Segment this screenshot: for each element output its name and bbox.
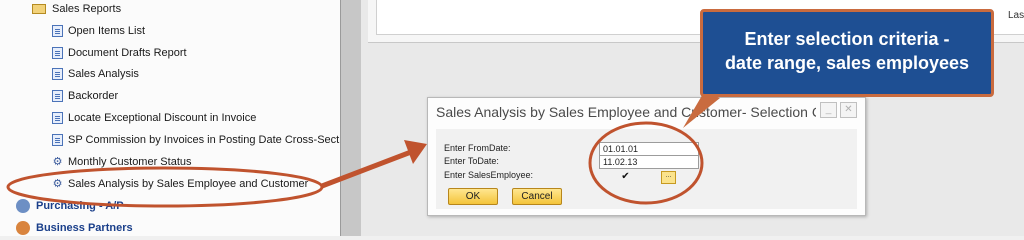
callout-pointer [683, 92, 720, 128]
callout-line-2: date range, sales employees [724, 53, 970, 73]
annotation-arrow-line [321, 149, 412, 189]
callout-line-1: Enter selection criteria - [744, 29, 950, 49]
highlight-ellipse-menu-item [6, 166, 324, 208]
highlight-ellipse-fields [588, 121, 704, 205]
instruction-callout: Enter selection criteria - date range, s… [700, 9, 994, 97]
